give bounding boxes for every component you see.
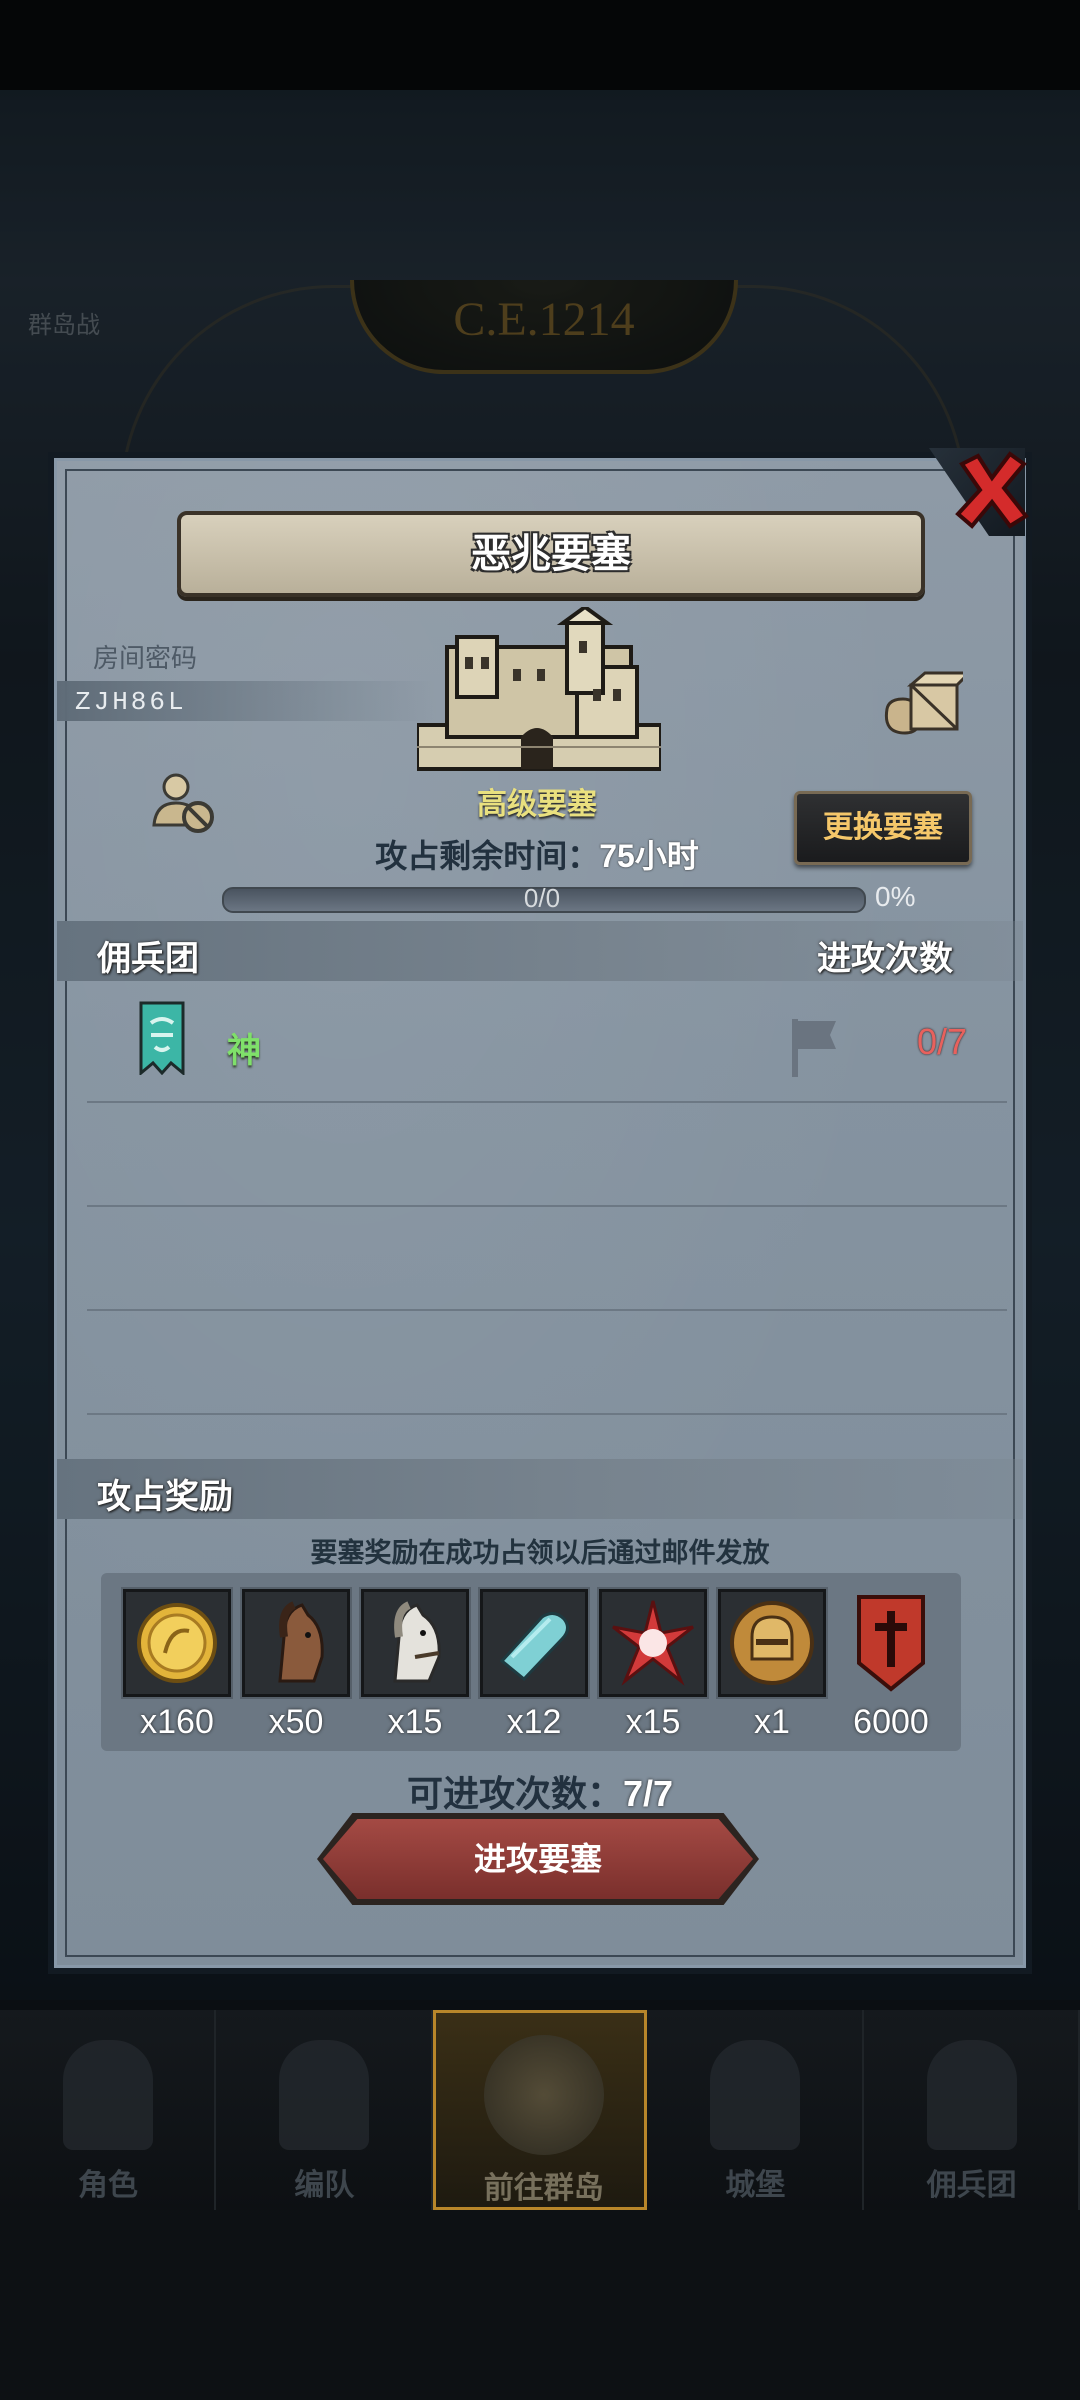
row-divider [87,1413,1007,1415]
white-horse-icon [393,1601,441,1683]
bottom-nav: 角色 编队 前往群岛 城堡 佣兵团 [0,2010,1080,2210]
reward-slot [121,1587,233,1699]
mercenary-header-label: 佣兵团 [97,940,199,978]
reward-item[interactable]: x15 [597,1587,709,1742]
nav-label: 编队 [294,2169,355,2202]
nav-item-formation[interactable]: 编队 [216,2010,433,2210]
row-divider [87,1309,1007,1311]
change-fortress-button[interactable]: 更换要塞 [794,791,972,865]
nav-item-mercenary[interactable]: 佣兵团 [864,2010,1080,2210]
globe-icon [483,2035,604,2155]
reward-slot [597,1587,709,1699]
knight-helmet-coin-icon [730,1601,814,1685]
reward-item[interactable]: x15 [359,1587,471,1742]
nav-label: 角色 [78,2169,138,2202]
flag-icon [792,1019,836,1077]
dialog-title: 恶兆要塞 [177,511,925,597]
row-divider [87,1205,1007,1207]
reward-item[interactable]: x12 [478,1587,590,1742]
reward-slot [478,1587,590,1699]
close-icon[interactable] [952,450,1032,530]
mercenary-row[interactable] [57,991,1023,1091]
gold-coin-icon [137,1603,217,1683]
occupy-time-remaining: 攻占剩余时间：75小时 [277,831,797,877]
helmet-icon [279,2040,370,2150]
cloth-scroll-icon [499,1612,569,1682]
reward-note: 要塞奖励在成功占领以后通过邮件发放 [310,1538,770,1568]
reward-item[interactable]: x1 [716,1587,828,1742]
reward-item[interactable]: 6000 [837,1589,945,1742]
status-bar-area [0,0,1080,90]
reward-slot [359,1587,471,1699]
brown-horse-icon [278,1601,324,1683]
knight-icon [63,2040,153,2150]
supply-crate-icon[interactable] [879,669,963,737]
nav-item-islands[interactable]: 前往群岛 [432,2010,648,2210]
fortress-icon [417,607,661,771]
reward-slot [716,1587,828,1699]
attack-fortress-button[interactable]: 进攻要塞 [323,1819,753,1899]
ship-icon [926,2040,1017,2150]
red-shield-banner-icon [857,1595,925,1692]
nav-item-character[interactable]: 角色 [0,2010,217,2210]
time-value: 75小时 [599,838,699,874]
progress-percent: 0% [875,881,916,912]
room-password-label: 房间密码 [93,643,198,673]
reward-item[interactable]: x160 [121,1587,233,1742]
progress-text: 0/0 [523,883,561,913]
reward-qty: 6000 [853,1703,929,1741]
reward-item[interactable]: x50 [240,1587,352,1742]
fortress-name: 高级要塞 [477,788,597,821]
gesture-bar-area [0,2210,1080,2400]
reward-slot [837,1589,945,1697]
mercenary-name: 神 [227,1032,261,1070]
reward-header-label: 攻占奖励 [97,1478,233,1516]
dialog-panel: 恶兆要塞 房间密码 ZJH86L 高级要塞 更换要塞 攻占剩余时间：75小时 0… [54,458,1026,1968]
room-code[interactable]: ZJH86L [75,687,187,717]
mercenary-attack-count: 0/7 [917,1021,968,1062]
attempts-label: 可进攻次数： [406,1773,623,1814]
nav-item-castle[interactable]: 城堡 [647,2010,864,2210]
row-divider [87,1101,1007,1103]
time-label: 攻占剩余时间： [375,838,600,874]
red-star-shard-icon [612,1600,694,1686]
castle-icon [710,2040,801,2150]
nav-label: 佣兵团 [926,2169,1017,2202]
fortress-dialog: 恶兆要塞 房间密码 ZJH86L 高级要塞 更换要塞 攻占剩余时间：75小时 0… [48,452,1032,1974]
reward-slot [240,1587,352,1699]
nav-label: 前往群岛 [483,2172,604,2205]
attempts-value: 7/7 [622,1773,674,1814]
user-disabled-icon[interactable] [150,767,220,837]
attack-count-header-label: 进攻次数 [817,940,953,978]
guild-banner-icon [139,1001,185,1075]
attack-attempts: 可进攻次数：7/7 [57,1765,1023,1817]
nav-label: 城堡 [725,2169,786,2202]
